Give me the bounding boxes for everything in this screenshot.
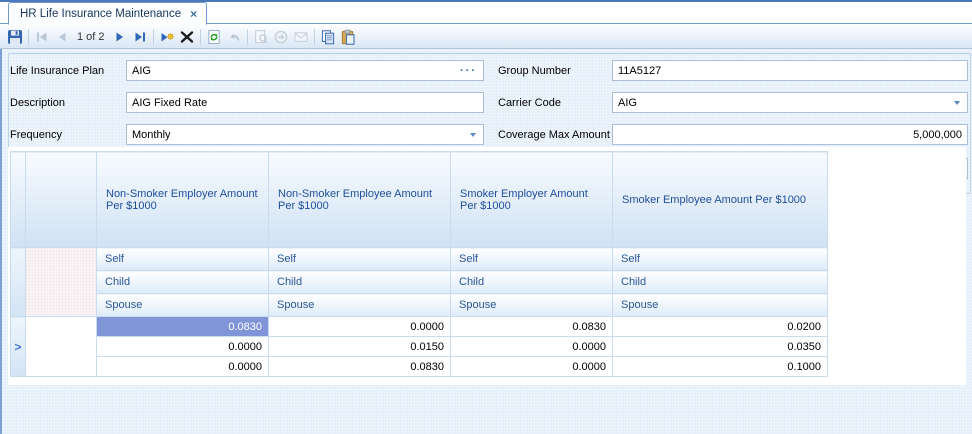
paste-button[interactable] xyxy=(338,27,358,47)
grid-cell[interactable]: 0.0350 xyxy=(613,337,828,357)
carrier-code-value: AIG xyxy=(613,97,954,109)
grid-band-header-cell xyxy=(26,152,97,248)
grid-cell[interactable]: 0.0830 xyxy=(97,317,269,337)
new-record-icon xyxy=(159,29,175,45)
delete-record-icon xyxy=(179,29,195,45)
first-record-button[interactable] xyxy=(32,27,52,47)
print-preview-button[interactable] xyxy=(251,27,271,47)
band-row-child: Child xyxy=(451,271,613,294)
new-record-button[interactable] xyxy=(157,27,177,47)
description-label: Description xyxy=(10,97,65,109)
frequency-label: Frequency xyxy=(10,129,62,141)
tab-close-icon[interactable]: × xyxy=(190,8,197,20)
grid-cell[interactable]: 0.0150 xyxy=(269,337,451,357)
column-header-smoker-employer: Smoker Employer Amount Per $1000 xyxy=(451,152,613,248)
band-row-child: Child xyxy=(269,271,451,294)
carrier-code-dropdown[interactable]: AIG xyxy=(612,92,968,113)
frequency-dropdown[interactable]: Monthly xyxy=(126,124,484,145)
last-record-button[interactable] xyxy=(130,27,150,47)
grid-cell[interactable]: 0.0000 xyxy=(97,357,269,377)
print-preview-icon xyxy=(253,29,269,45)
toolbar-separator xyxy=(200,29,201,45)
life-insurance-plan-label: Life Insurance Plan xyxy=(10,65,104,77)
go-to-icon xyxy=(273,29,289,45)
previous-record-button[interactable] xyxy=(52,27,72,47)
group-number-field[interactable]: 11A5127 xyxy=(612,60,968,81)
delete-record-button[interactable] xyxy=(177,27,197,47)
table-row: 0.0000 0.0150 0.0000 0.0350 xyxy=(11,337,828,357)
grid-cell[interactable]: 0.0830 xyxy=(269,357,451,377)
record-position: 1 of 2 xyxy=(77,31,105,43)
save-button[interactable] xyxy=(5,27,25,47)
grid-cell[interactable]: 0.1000 xyxy=(613,357,828,377)
grid-cell[interactable]: 0.0200 xyxy=(613,317,828,337)
record-arrow-icon: > xyxy=(14,340,21,354)
chevron-down-icon[interactable] xyxy=(470,133,476,137)
group-number-label: Group Number xyxy=(498,65,571,77)
grid-cell[interactable]: 0.0000 xyxy=(451,357,613,377)
copy-icon xyxy=(320,29,336,45)
band-row-spouse: Spouse xyxy=(97,294,269,317)
description-field[interactable]: AIG Fixed Rate xyxy=(126,92,484,113)
toolbar-separator xyxy=(153,29,154,45)
rates-grid: Non-Smoker Employer Amount Per $1000 Non… xyxy=(10,151,828,377)
grid-cell[interactable]: 0.0000 xyxy=(97,337,269,357)
band-row-spouse: Spouse xyxy=(613,294,828,317)
grid-cell[interactable]: 0.0000 xyxy=(269,317,451,337)
band-row-self: Self xyxy=(269,248,451,271)
previous-record-icon xyxy=(54,29,70,45)
toolbar-separator xyxy=(247,29,248,45)
grid-cell[interactable]: 0.0000 xyxy=(451,337,613,357)
band-label-cell xyxy=(26,317,97,377)
coverage-max-amount-value: 5,000,000 xyxy=(613,129,967,141)
band-row-child: Child xyxy=(613,271,828,294)
toolbar-separator xyxy=(314,29,315,45)
life-insurance-plan-value: AIG xyxy=(127,65,460,77)
chevron-down-icon[interactable] xyxy=(954,101,960,105)
description-value: AIG Fixed Rate xyxy=(127,97,483,109)
lookup-ellipsis-icon[interactable]: ··· xyxy=(460,65,483,77)
coverage-max-amount-label: Coverage Max Amount xyxy=(498,129,610,141)
save-icon xyxy=(7,29,23,45)
carrier-code-label: Carrier Code xyxy=(498,97,561,109)
next-record-button[interactable] xyxy=(110,27,130,47)
band-row-self: Self xyxy=(97,248,269,271)
undo-icon xyxy=(226,29,242,45)
paste-icon xyxy=(340,29,356,45)
grid-cell[interactable]: 0.0830 xyxy=(451,317,613,337)
frequency-value: Monthly xyxy=(127,129,470,141)
table-row: > 0.0830 0.0000 0.0830 0.0200 xyxy=(11,317,828,337)
email-icon xyxy=(293,29,309,45)
column-header-nonsmoker-employer: Non-Smoker Employer Amount Per $1000 xyxy=(97,152,269,248)
column-header-nonsmoker-employee: Non-Smoker Employee Amount Per $1000 xyxy=(269,152,451,248)
refresh-icon xyxy=(206,29,222,45)
row-indicator-cell xyxy=(11,248,26,317)
band-label-cell xyxy=(26,248,97,317)
email-button[interactable] xyxy=(291,27,311,47)
next-record-icon xyxy=(112,29,128,45)
tab-title: HR Life Insurance Maintenance xyxy=(20,8,181,20)
band-row-spouse: Spouse xyxy=(451,294,613,317)
toolbar-separator xyxy=(28,29,29,45)
coverage-max-amount-field[interactable]: 5,000,000 xyxy=(612,124,968,145)
first-record-icon xyxy=(34,29,50,45)
band-row-self: Self xyxy=(613,248,828,271)
group-number-value: 11A5127 xyxy=(613,65,967,77)
toolbar: 1 of 2 xyxy=(0,25,972,49)
table-row: 0.0000 0.0830 0.0000 0.1000 xyxy=(11,357,828,377)
grid-corner-cell xyxy=(11,152,26,248)
go-to-button[interactable] xyxy=(271,27,291,47)
refresh-button[interactable] xyxy=(204,27,224,47)
last-record-icon xyxy=(132,29,148,45)
undo-button[interactable] xyxy=(224,27,244,47)
band-row-child: Child xyxy=(97,271,269,294)
band-row-spouse: Spouse xyxy=(269,294,451,317)
current-record-indicator: > xyxy=(11,317,26,377)
copy-button[interactable] xyxy=(318,27,338,47)
band-row-self: Self xyxy=(451,248,613,271)
tab-hr-life-insurance-maintenance[interactable]: HR Life Insurance Maintenance × xyxy=(8,2,207,25)
life-insurance-plan-field[interactable]: AIG ··· xyxy=(126,60,484,81)
column-header-smoker-employee: Smoker Employee Amount Per $1000 xyxy=(613,152,828,248)
